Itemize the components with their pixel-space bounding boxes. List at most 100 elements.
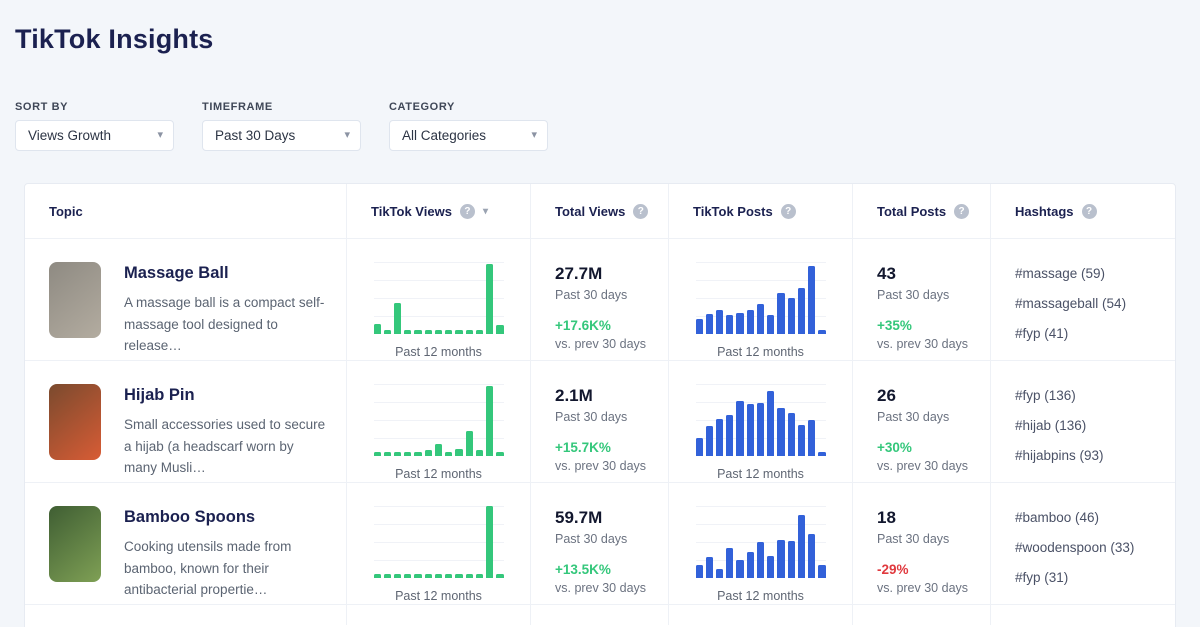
chart-caption: Past 12 months [717,589,804,603]
filter-label: SORT BY [15,101,174,113]
vs-label: vs. prev 30 days [877,581,990,595]
chevron-down-icon: ▾ [344,130,350,141]
column-label: TikTok Views [371,204,452,219]
column-header-total-views: Total Views ? [530,184,668,238]
posts-bar-chart [696,504,826,578]
help-icon[interactable]: ? [1082,204,1097,219]
posts-bar-chart [696,382,826,456]
period-label: Past 30 days [877,410,990,424]
filter-category: CATEGORY All Categories ▾ [389,101,548,151]
total-views-cell: 2.1M Past 30 days +15.7K% vs. prev 30 da… [530,361,668,482]
hashtag[interactable]: #bamboo (46) [1015,510,1175,525]
topic-thumbnail [49,384,101,460]
hashtags-cell: #bamboo (46) #woodenspoon (33) #fyp (31) [990,483,1175,604]
hashtag[interactable]: #fyp (136) [1015,388,1175,403]
vs-label: vs. prev 30 days [877,459,990,473]
total-posts-cell: 43 Past 30 days +35% vs. prev 30 days [852,239,990,360]
help-icon[interactable]: ? [781,204,796,219]
hashtag[interactable]: #woodenspoon (33) [1015,540,1175,555]
chart-caption: Past 12 months [717,345,804,359]
topic-cell[interactable]: Bamboo Spoons Cooking utensils made from… [25,483,346,604]
topic-description: Cooking utensils made from bamboo, known… [124,536,326,601]
column-label: Hashtags [1015,204,1074,219]
topic-thumbnail [49,262,101,338]
category-dropdown[interactable]: All Categories ▾ [389,120,548,151]
help-icon[interactable]: ? [633,204,648,219]
hashtags-cell: #massage (59) #massageball (54) #fyp (41… [990,239,1175,360]
chart-caption: Past 12 months [395,467,482,481]
tiktok-views-chart-cell: Past 12 months [346,361,530,482]
column-header-tiktok-views[interactable]: TikTok Views ? ▾ [346,184,530,238]
sort-by-dropdown[interactable]: Views Growth ▾ [15,120,174,151]
help-icon[interactable]: ? [954,204,969,219]
total-posts-value: 18 [877,508,990,528]
total-views-cell: 27.7M Past 30 days +17.6K% vs. prev 30 d… [530,239,668,360]
total-posts-cell: 26 Past 30 days +30% vs. prev 30 days [852,361,990,482]
table-row: Bamboo Spoons Cooking utensils made from… [25,483,1175,605]
posts-delta-value: +35% [877,318,990,333]
total-views-value: 27.7M [555,264,668,284]
tiktok-posts-chart-cell: Past 12 months [668,239,852,360]
topic-title[interactable]: Massage Ball [124,264,326,283]
page-title: TikTok Insights [15,24,1200,55]
dropdown-value: All Categories [402,128,486,143]
filter-timeframe: TIMEFRAME Past 30 Days ▾ [202,101,361,151]
column-label: Total Views [555,204,625,219]
column-header-total-posts: Total Posts ? [852,184,990,238]
total-views-value: 59.7M [555,508,668,528]
views-bar-chart [374,382,504,456]
chart-caption: Past 12 months [395,345,482,359]
timeframe-dropdown[interactable]: Past 30 Days ▾ [202,120,361,151]
topic-cell[interactable]: Massage Ball A massage ball is a compact… [25,239,346,360]
vs-label: vs. prev 30 days [555,337,668,351]
insights-table: Topic TikTok Views ? ▾ Total Views ? Tik… [24,183,1176,627]
posts-delta-value: -29% [877,562,990,577]
hashtag[interactable]: #massageball (54) [1015,296,1175,311]
filter-sort-by: SORT BY Views Growth ▾ [15,101,174,151]
hashtag[interactable]: #massage (59) [1015,266,1175,281]
chart-caption: Past 12 months [717,467,804,481]
hashtag[interactable]: #fyp (31) [1015,570,1175,585]
posts-delta-value: +30% [877,440,990,455]
hashtag[interactable]: #fyp (41) [1015,326,1175,341]
topic-thumbnail [49,506,101,582]
topic-title[interactable]: Hijab Pin [124,386,326,405]
column-label: Topic [49,204,83,219]
posts-bar-chart [696,260,826,334]
column-header-tiktok-posts: TikTok Posts ? [668,184,852,238]
hashtag[interactable]: #hijabpins (93) [1015,448,1175,463]
table-row: Hijab Pin Small accessories used to secu… [25,361,1175,483]
topic-description: Small accessories used to secure a hijab… [124,414,326,479]
period-label: Past 30 days [555,288,668,302]
help-icon[interactable]: ? [460,204,475,219]
views-delta-value: +15.7K% [555,440,668,455]
topic-title[interactable]: Bamboo Spoons [124,508,326,527]
filters-bar: SORT BY Views Growth ▾ TIMEFRAME Past 30… [15,101,1200,151]
filter-label: CATEGORY [389,101,548,113]
total-posts-cell: 18 Past 30 days -29% vs. prev 30 days [852,483,990,604]
period-label: Past 30 days [877,288,990,302]
views-delta-value: +17.6K% [555,318,668,333]
vs-label: vs. prev 30 days [555,459,668,473]
tiktok-views-chart-cell: Past 12 months [346,483,530,604]
period-label: Past 30 days [555,410,668,424]
period-label: Past 30 days [877,532,990,546]
sort-caret-icon[interactable]: ▾ [483,206,488,217]
chevron-down-icon: ▾ [531,130,537,141]
vs-label: vs. prev 30 days [555,581,668,595]
total-views-value: 2.1M [555,386,668,406]
chevron-down-icon: ▾ [157,130,163,141]
views-bar-chart [374,260,504,334]
topic-cell[interactable]: Hijab Pin Small accessories used to secu… [25,361,346,482]
tiktok-posts-chart-cell: Past 12 months [668,483,852,604]
views-bar-chart [374,504,504,578]
topic-description: A massage ball is a compact self-massage… [124,292,326,357]
tiktok-posts-chart-cell: Past 12 months [668,361,852,482]
hashtag[interactable]: #hijab (136) [1015,418,1175,433]
table-row: Massage Ball A massage ball is a compact… [25,239,1175,361]
dropdown-value: Past 30 Days [215,128,295,143]
vs-label: vs. prev 30 days [877,337,990,351]
tiktok-views-chart-cell: Past 12 months [346,239,530,360]
views-delta-value: +13.5K% [555,562,668,577]
total-posts-value: 43 [877,264,990,284]
